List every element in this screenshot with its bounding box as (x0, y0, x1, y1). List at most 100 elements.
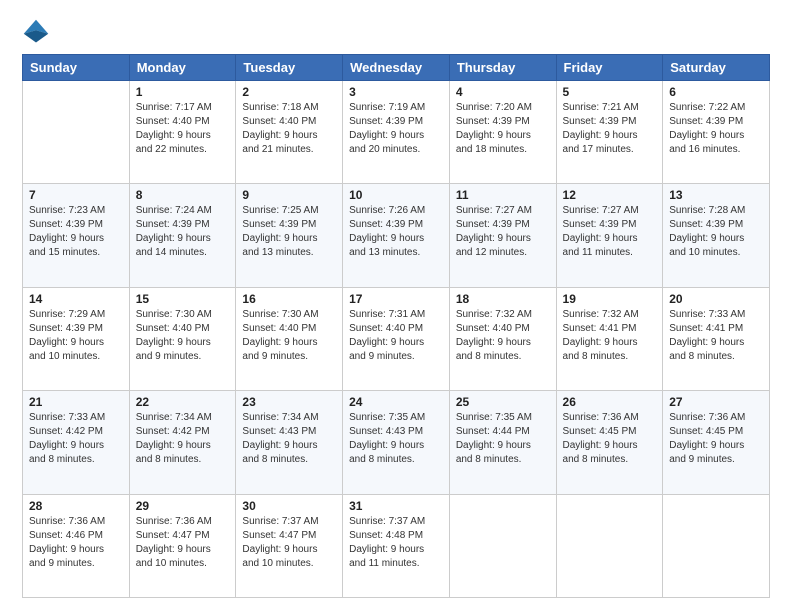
day-number: 6 (669, 85, 763, 99)
calendar-cell: 6Sunrise: 7:22 AM Sunset: 4:39 PM Daylig… (663, 81, 770, 184)
cell-info: Sunrise: 7:27 AM Sunset: 4:39 PM Dayligh… (456, 204, 550, 260)
calendar-cell: 14 Sunrise: 7:29 AM Sunset: 4:39 PM Dayli… (23, 287, 130, 390)
calendar-cell: 19 Sunrise: 7:32 AM Sunset: 4:41 PM Dayli… (556, 287, 663, 390)
cell-info: Sunrise: 7:32 AM Sunset: 4:41 PM Dayligh… (563, 308, 657, 364)
day-number: 12 (563, 188, 657, 202)
calendar-cell: 21 Sunrise: 7:33 AM Sunset: 4:42 PM Dayli… (23, 391, 130, 494)
calendar-cell: 9Sunrise: 7:25 AM Sunset: 4:39 PM Daylig… (236, 184, 343, 287)
cell-info: Sunrise: 7:34 AM Sunset: 4:42 PM Dayligh… (136, 411, 230, 467)
cell-info: Sunrise: 7:26 AM Sunset: 4:39 PM Dayligh… (349, 204, 443, 260)
cell-info: Sunrise: 7:28 AM Sunset: 4:39 PM Dayligh… (669, 204, 763, 260)
calendar-cell: 5 Sunrise: 7:21 AM Sunset: 4:39 PM Daylig… (556, 81, 663, 184)
calendar-header-row: SundayMondayTuesdayWednesdayThursdayFrid… (23, 55, 770, 81)
logo (22, 18, 54, 46)
calendar-cell: 18 Sunrise: 7:32 AM Sunset: 4:40 PM Dayli… (449, 287, 556, 390)
day-number: 4 (456, 85, 550, 99)
logo-icon (22, 18, 50, 46)
cell-info: Sunrise: 7:23 AM Sunset: 4:39 PM Dayligh… (29, 204, 123, 260)
cell-info: Sunrise: 7:35 AM Sunset: 4:43 PM Dayligh… (349, 411, 443, 467)
calendar-cell: 2 Sunrise: 7:18 AM Sunset: 4:40 PM Daylig… (236, 81, 343, 184)
day-number: 19 (563, 292, 657, 306)
cell-info: Sunrise: 7:33 AM Sunset: 4:42 PM Dayligh… (29, 411, 123, 467)
cell-info: Sunrise: 7:34 AM Sunset: 4:43 PM Dayligh… (242, 411, 336, 467)
calendar-cell: 29 Sunrise: 7:36 AM Sunset: 4:47 PM Dayli… (129, 494, 236, 597)
calendar-cell (663, 494, 770, 597)
calendar-cell: 12 Sunrise: 7:27 AM Sunset: 4:39 PM Dayli… (556, 184, 663, 287)
calendar-cell (556, 494, 663, 597)
day-number: 25 (456, 395, 550, 409)
cell-info: Sunrise: 7:20 AM Sunset: 4:39 PM Dayligh… (456, 101, 550, 157)
calendar-cell: 13 Sunrise: 7:28 AM Sunset: 4:39 PM Dayli… (663, 184, 770, 287)
calendar-cell: 26 Sunrise: 7:36 AM Sunset: 4:45 PM Dayli… (556, 391, 663, 494)
day-number: 9 (242, 188, 336, 202)
day-number: 28 (29, 499, 123, 513)
calendar-cell: 24 Sunrise: 7:35 AM Sunset: 4:43 PM Dayli… (343, 391, 450, 494)
calendar-cell: 27 Sunrise: 7:36 AM Sunset: 4:45 PM Dayli… (663, 391, 770, 494)
calendar-cell (449, 494, 556, 597)
day-number: 5 (563, 85, 657, 99)
cell-info: Sunrise: 7:30 AM Sunset: 4:40 PM Dayligh… (136, 308, 230, 364)
day-number: 30 (242, 499, 336, 513)
day-number: 15 (136, 292, 230, 306)
calendar-cell: 1Sunrise: 7:17 AM Sunset: 4:40 PM Daylig… (129, 81, 236, 184)
calendar-cell: 31Sunrise: 7:37 AM Sunset: 4:48 PM Dayli… (343, 494, 450, 597)
day-number: 18 (456, 292, 550, 306)
day-number: 20 (669, 292, 763, 306)
calendar-cell: 25 Sunrise: 7:35 AM Sunset: 4:44 PM Dayli… (449, 391, 556, 494)
calendar-cell: 7 Sunrise: 7:23 AM Sunset: 4:39 PM Daylig… (23, 184, 130, 287)
cell-info: Sunrise: 7:32 AM Sunset: 4:40 PM Dayligh… (456, 308, 550, 364)
calendar-cell: 30Sunrise: 7:37 AM Sunset: 4:47 PM Dayli… (236, 494, 343, 597)
calendar-cell: 15 Sunrise: 7:30 AM Sunset: 4:40 PM Dayli… (129, 287, 236, 390)
calendar-cell: 17Sunrise: 7:31 AM Sunset: 4:40 PM Dayli… (343, 287, 450, 390)
day-number: 16 (242, 292, 336, 306)
cell-info: Sunrise: 7:36 AM Sunset: 4:45 PM Dayligh… (563, 411, 657, 467)
day-number: 1 (136, 85, 230, 99)
calendar-week-5: 28 Sunrise: 7:36 AM Sunset: 4:46 PM Dayli… (23, 494, 770, 597)
day-number: 2 (242, 85, 336, 99)
day-number: 22 (136, 395, 230, 409)
day-number: 24 (349, 395, 443, 409)
cell-info: Sunrise: 7:18 AM Sunset: 4:40 PM Dayligh… (242, 101, 336, 157)
calendar-cell: 3Sunrise: 7:19 AM Sunset: 4:39 PM Daylig… (343, 81, 450, 184)
day-number: 17 (349, 292, 443, 306)
cell-info: Sunrise: 7:37 AM Sunset: 4:48 PM Dayligh… (349, 515, 443, 571)
calendar-header-tuesday: Tuesday (236, 55, 343, 81)
calendar-week-3: 14 Sunrise: 7:29 AM Sunset: 4:39 PM Dayli… (23, 287, 770, 390)
calendar-cell: 11 Sunrise: 7:27 AM Sunset: 4:39 PM Dayli… (449, 184, 556, 287)
cell-info: Sunrise: 7:24 AM Sunset: 4:39 PM Dayligh… (136, 204, 230, 260)
calendar-header-monday: Monday (129, 55, 236, 81)
day-number: 13 (669, 188, 763, 202)
day-number: 21 (29, 395, 123, 409)
calendar-week-4: 21 Sunrise: 7:33 AM Sunset: 4:42 PM Dayli… (23, 391, 770, 494)
calendar-cell: 4 Sunrise: 7:20 AM Sunset: 4:39 PM Daylig… (449, 81, 556, 184)
calendar-cell: 23 Sunrise: 7:34 AM Sunset: 4:43 PM Dayli… (236, 391, 343, 494)
cell-info: Sunrise: 7:29 AM Sunset: 4:39 PM Dayligh… (29, 308, 123, 364)
calendar-cell (23, 81, 130, 184)
day-number: 27 (669, 395, 763, 409)
cell-info: Sunrise: 7:36 AM Sunset: 4:46 PM Dayligh… (29, 515, 123, 571)
calendar-week-2: 7 Sunrise: 7:23 AM Sunset: 4:39 PM Daylig… (23, 184, 770, 287)
cell-info: Sunrise: 7:36 AM Sunset: 4:45 PM Dayligh… (669, 411, 763, 467)
calendar-cell: 8Sunrise: 7:24 AM Sunset: 4:39 PM Daylig… (129, 184, 236, 287)
day-number: 14 (29, 292, 123, 306)
cell-info: Sunrise: 7:21 AM Sunset: 4:39 PM Dayligh… (563, 101, 657, 157)
day-number: 7 (29, 188, 123, 202)
day-number: 23 (242, 395, 336, 409)
cell-info: Sunrise: 7:27 AM Sunset: 4:39 PM Dayligh… (563, 204, 657, 260)
calendar-week-1: 1Sunrise: 7:17 AM Sunset: 4:40 PM Daylig… (23, 81, 770, 184)
calendar-header-wednesday: Wednesday (343, 55, 450, 81)
calendar-cell: 10Sunrise: 7:26 AM Sunset: 4:39 PM Dayli… (343, 184, 450, 287)
cell-info: Sunrise: 7:35 AM Sunset: 4:44 PM Dayligh… (456, 411, 550, 467)
day-number: 29 (136, 499, 230, 513)
calendar-header-saturday: Saturday (663, 55, 770, 81)
calendar-cell: 28 Sunrise: 7:36 AM Sunset: 4:46 PM Dayli… (23, 494, 130, 597)
cell-info: Sunrise: 7:33 AM Sunset: 4:41 PM Dayligh… (669, 308, 763, 364)
cell-info: Sunrise: 7:30 AM Sunset: 4:40 PM Dayligh… (242, 308, 336, 364)
calendar-cell: 20 Sunrise: 7:33 AM Sunset: 4:41 PM Dayli… (663, 287, 770, 390)
page: SundayMondayTuesdayWednesdayThursdayFrid… (0, 0, 792, 612)
day-number: 11 (456, 188, 550, 202)
cell-info: Sunrise: 7:19 AM Sunset: 4:39 PM Dayligh… (349, 101, 443, 157)
calendar-table: SundayMondayTuesdayWednesdayThursdayFrid… (22, 54, 770, 598)
cell-info: Sunrise: 7:36 AM Sunset: 4:47 PM Dayligh… (136, 515, 230, 571)
day-number: 26 (563, 395, 657, 409)
